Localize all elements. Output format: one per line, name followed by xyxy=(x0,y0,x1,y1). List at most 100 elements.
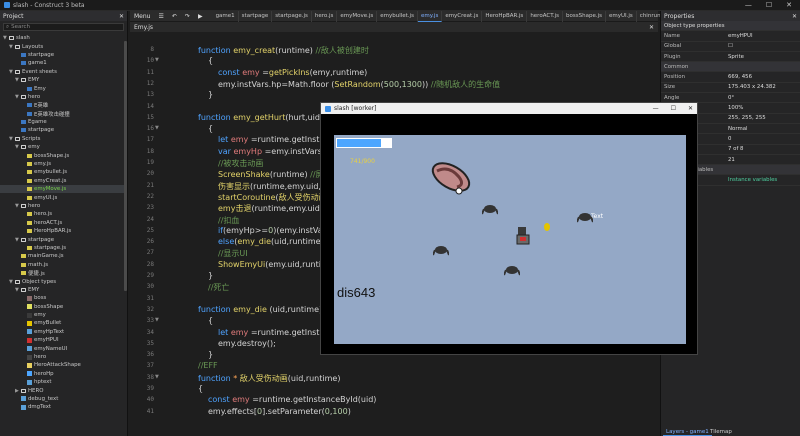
tree-item[interactable]: heroHp xyxy=(0,370,127,378)
tree-item[interactable]: emyCreat.js xyxy=(0,177,127,185)
code-line[interactable]: //EFF xyxy=(198,361,218,370)
code-line[interactable]: { xyxy=(198,384,203,393)
tree-item[interactable]: ▼ EMY xyxy=(0,286,127,294)
minimize-button[interactable]: — xyxy=(745,1,752,9)
tree-item[interactable]: debug_text xyxy=(0,395,127,403)
code-line[interactable]: { xyxy=(208,316,213,325)
project-scrollbar[interactable] xyxy=(124,41,127,291)
tree-item[interactable]: E英雄 xyxy=(0,101,127,109)
editor-tab[interactable]: emyCreat.js xyxy=(442,10,483,22)
undo-icon[interactable]: ↶ xyxy=(168,11,181,22)
project-search-input[interactable]: ⌕ Search xyxy=(3,23,124,31)
code-line[interactable]: emy.effects[0].setParameter(0,100) xyxy=(208,407,351,416)
tree-item[interactable]: dmgText xyxy=(0,403,127,411)
tree-item[interactable]: emy xyxy=(0,311,127,319)
tree-item[interactable]: 便捷.js xyxy=(0,269,127,277)
tree-item[interactable]: startpage.js xyxy=(0,244,127,252)
tree-item[interactable]: startpage xyxy=(0,51,127,59)
editor-tab[interactable]: startpage xyxy=(239,10,273,22)
code-line[interactable]: //被攻击动画 xyxy=(218,158,263,169)
editor-tab[interactable]: heroACT.js xyxy=(527,10,564,22)
property-row[interactable]: Name emyHPUI xyxy=(661,31,800,42)
tree-item[interactable]: emyMove.js xyxy=(0,185,127,194)
code-line[interactable]: function * 敌人受伤动画(uid,runtime) xyxy=(198,373,340,384)
hamburger-icon[interactable]: ☰ xyxy=(154,11,167,22)
chevron-down-icon[interactable]: ▼ xyxy=(15,287,19,293)
editor-tab[interactable]: emy.js xyxy=(417,10,443,22)
tree-item[interactable]: ▼ startpage xyxy=(0,235,127,243)
tree-item[interactable]: bossShape xyxy=(0,303,127,311)
code-line[interactable]: } xyxy=(208,90,213,99)
editor-tab[interactable]: emyUI.js xyxy=(606,10,637,22)
tree-item[interactable]: ▼ emy xyxy=(0,143,127,151)
tree-item[interactable]: emyHpText xyxy=(0,328,127,336)
code-line[interactable]: emy.instVars.hp=Math.floor (SetRandom(50… xyxy=(218,79,500,90)
code-line[interactable]: function emy_creat(runtime) //敌人被创建时 xyxy=(198,45,369,56)
code-line[interactable]: var emyHp =emy.instVars.hp xyxy=(218,147,335,156)
property-row[interactable]: Global ☐ xyxy=(661,42,800,52)
tree-item[interactable]: emyUI.js xyxy=(0,193,127,201)
tree-item[interactable]: heroACT.js xyxy=(0,219,127,227)
tree-item[interactable]: game1 xyxy=(0,59,127,67)
chevron-down-icon[interactable]: ▼ xyxy=(9,279,13,285)
property-row[interactable]: Plugin Sprite xyxy=(661,52,800,63)
editor-tab[interactable]: emybullet.js xyxy=(377,10,418,22)
code-line[interactable]: ShowEmyUi(emy.uid,runtime) xyxy=(218,260,337,269)
tree-item[interactable]: startpage xyxy=(0,126,127,134)
tree-item[interactable]: ▼ Event sheets xyxy=(0,68,127,76)
tree-item[interactable]: ▶ HERO xyxy=(0,386,127,394)
preview-minimize-button[interactable]: — xyxy=(653,105,659,112)
editor-tab[interactable]: emyMove.js xyxy=(337,10,378,22)
tree-item[interactable]: ▼ Layouts xyxy=(0,42,127,50)
editor-tab[interactable]: game1 xyxy=(213,10,239,22)
code-line[interactable]: emy击退(runtime,emy.uid) xyxy=(218,203,323,214)
preview-maximize-button[interactable]: ☐ xyxy=(671,105,676,112)
panel-close-icon[interactable]: ✕ xyxy=(792,13,797,20)
tab-layers[interactable]: Layers - game1 xyxy=(663,428,712,436)
tree-item[interactable]: ▼ Object types xyxy=(0,277,127,285)
tree-item[interactable]: Emy xyxy=(0,84,127,92)
editor-tab[interactable]: startpage.js xyxy=(272,10,312,22)
menu-button[interactable]: Menu xyxy=(130,11,154,22)
property-row[interactable]: Size 175.403 x 24.382 xyxy=(661,83,800,94)
code-line[interactable]: } xyxy=(208,271,213,280)
panel-close-icon[interactable]: ✕ xyxy=(119,13,124,20)
tree-item[interactable]: boss xyxy=(0,294,127,302)
tree-item[interactable]: HeroAttackShape xyxy=(0,361,127,369)
tree-item[interactable]: bossShape.js xyxy=(0,151,127,159)
property-row[interactable]: Position 669, 456 xyxy=(661,72,800,83)
tree-item[interactable]: HeroHpBAR.js xyxy=(0,227,127,235)
code-line[interactable]: else(emy_die(uid,runtime);) xyxy=(218,237,330,246)
fold-chevron-icon[interactable]: ▼ xyxy=(155,57,159,63)
tree-item[interactable]: hero xyxy=(0,353,127,361)
chevron-down-icon[interactable]: ▼ xyxy=(15,144,19,150)
chevron-down-icon[interactable]: ▼ xyxy=(9,136,13,142)
code-line[interactable]: { xyxy=(208,124,213,133)
code-line[interactable]: //死亡 xyxy=(208,282,229,293)
chevron-down-icon[interactable]: ▼ xyxy=(15,94,19,100)
editor-tab[interactable]: hero.js xyxy=(312,10,338,22)
tree-item[interactable]: Egame xyxy=(0,118,127,126)
tree-item[interactable]: hptext xyxy=(0,378,127,386)
chevron-down-icon[interactable]: ▼ xyxy=(9,69,13,75)
tree-item[interactable]: ▼ hero xyxy=(0,202,127,210)
chevron-down-icon[interactable]: ▼ xyxy=(15,237,19,243)
play-icon[interactable]: ▶ xyxy=(194,11,207,22)
tree-item[interactable]: ▼ EMY xyxy=(0,76,127,84)
chevron-right-icon[interactable]: ▶ xyxy=(15,388,19,394)
chevron-down-icon[interactable]: ▼ xyxy=(15,77,19,83)
editor-close-icon[interactable]: ✕ xyxy=(649,24,654,31)
tree-item[interactable]: emyBullet xyxy=(0,319,127,327)
editor-tab[interactable]: HeroHpBAR.js xyxy=(482,10,528,22)
maximize-button[interactable]: ☐ xyxy=(766,1,772,9)
preview-close-button[interactable]: ✕ xyxy=(688,105,693,112)
code-line[interactable]: } xyxy=(208,350,213,359)
game-canvas[interactable]: 741/900 Text dis643 xyxy=(334,135,686,344)
chevron-down-icon[interactable]: ▼ xyxy=(9,44,13,50)
tree-item[interactable]: emybullet.js xyxy=(0,168,127,176)
code-line[interactable]: //扣血 xyxy=(218,215,239,226)
fold-chevron-icon[interactable]: ▼ xyxy=(155,125,159,131)
code-line[interactable]: //显示UI xyxy=(218,248,248,259)
code-line[interactable]: const emy =getPickIns(emy,runtime) xyxy=(218,68,367,77)
chevron-down-icon[interactable]: ▼ xyxy=(3,35,7,41)
